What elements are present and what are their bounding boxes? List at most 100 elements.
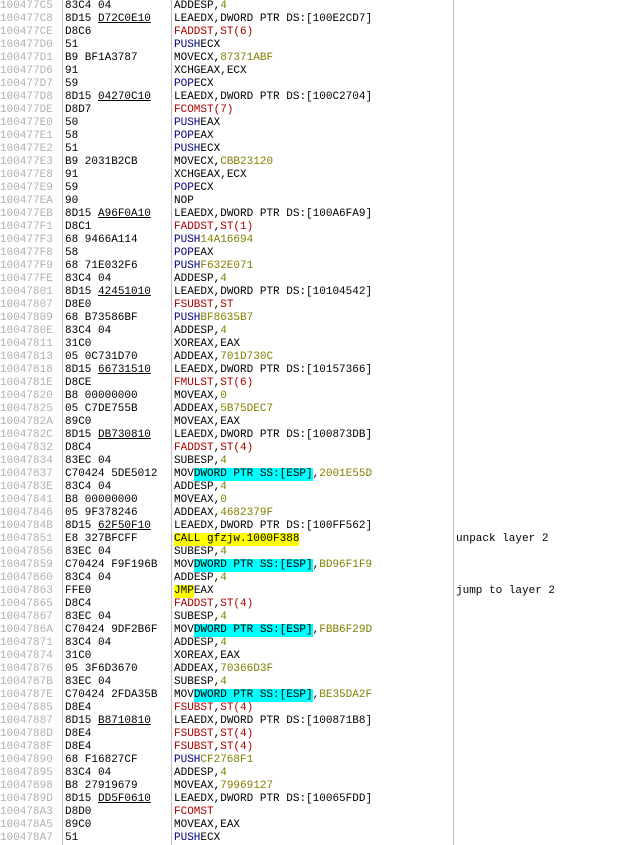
disasm-row[interactable]: 100477E959POP ECX: [0, 182, 626, 195]
disasm-row[interactable]: 100477EB8D15 A96F0A10LEA EDX,DWORD PTR D…: [0, 208, 626, 221]
disasm-row[interactable]: 1004787605 3F6D3670ADD EAX,70366D3F: [0, 663, 626, 676]
disasm-row[interactable]: 100477D759POP ECX: [0, 78, 626, 91]
disasm-row[interactable]: 100477F858POP EAX: [0, 247, 626, 260]
address: 100478A5: [0, 819, 63, 832]
disasm-row[interactable]: 100478018D15 42451010LEA EDX,DWORD PTR D…: [0, 286, 626, 299]
disasm-row[interactable]: 10047885D8E4FSUB ST,ST(4): [0, 702, 626, 715]
disasm-row[interactable]: 1004789D8D15 DD5F0610LEA EDX,DWORD PTR D…: [0, 793, 626, 806]
disasm-row[interactable]: 1004782C8D15 DB730810LEA EDX,DWORD PTR D…: [0, 429, 626, 442]
address: 1004780E: [0, 325, 63, 338]
disasm-row[interactable]: 10047898B8 27919679MOV EAX,79969127: [0, 780, 626, 793]
disasm-row[interactable]: 100477DED8D7FCOM ST(7): [0, 104, 626, 117]
address: 100477DE: [0, 104, 63, 117]
disasm-row[interactable]: 1004786AC70424 9DF2B6FMOV DWORD PTR SS:[…: [0, 624, 626, 637]
comment: [456, 611, 626, 624]
disasm-row[interactable]: 100477F968 71E032F6PUSH F632E071: [0, 260, 626, 273]
mnemonic: LEA: [174, 91, 194, 104]
disasm-row[interactable]: 100477F368 9466A114PUSH 14A16694: [0, 234, 626, 247]
comment: [456, 546, 626, 559]
disasm-row[interactable]: 100477E158POP EAX: [0, 130, 626, 143]
instruction: LEA EDX,DWORD PTR DS:[100A6FA9]: [174, 208, 454, 221]
mnemonic: MOV: [174, 780, 194, 793]
disasm-row[interactable]: 10047865D8C4FADD ST,ST(4): [0, 598, 626, 611]
disasm-row[interactable]: 100477C88D15 D72C0E10LEA EDX,DWORD PTR D…: [0, 13, 626, 26]
disasm-row[interactable]: 100477CED8C6FADD ST,ST(6): [0, 26, 626, 39]
address: 10047837: [0, 468, 63, 481]
disasm-row[interactable]: 1004782505 C7DE755BADD EAX,5B75DEC7: [0, 403, 626, 416]
disasm-row[interactable]: 10047837C70424 5DE5012MOV DWORD PTR SS:[…: [0, 468, 626, 481]
address: 10047841: [0, 494, 63, 507]
disasm-row[interactable]: 1004780968 B73586BFPUSH BF8635B7: [0, 312, 626, 325]
operand-register: ECX: [227, 169, 247, 182]
disasm-row[interactable]: 1004781131C0XOR EAX,EAX: [0, 338, 626, 351]
disasm-row[interactable]: 100477D1B9 BF1A3787MOV ECX,87371ABF: [0, 52, 626, 65]
disasm-row[interactable]: 100477D051PUSH ECX: [0, 39, 626, 52]
disasm-row[interactable]: 1004788FD8E4FSUB ST,ST(4): [0, 741, 626, 754]
disasm-row[interactable]: 1004788DD8E4FSUB ST,ST(4): [0, 728, 626, 741]
operand-register: ECX: [194, 182, 214, 195]
disasm-row[interactable]: 1004781305 0C731D70ADD EAX,701D730C: [0, 351, 626, 364]
jmp-mnemonic: JMP: [174, 585, 194, 598]
disasm-row[interactable]: 10047859C70424 F9F196BMOV DWORD PTR SS:[…: [0, 559, 626, 572]
disasm-row[interactable]: 1004786083C4 04ADD ESP,4: [0, 572, 626, 585]
operand-memory: DWORD PTR DS:[100871B8]: [220, 715, 372, 728]
disasm-row[interactable]: 10047820B8 00000000MOV EAX,0: [0, 390, 626, 403]
disasm-row[interactable]: 100478A589C0MOV EAX,EAX: [0, 819, 626, 832]
disasm-row[interactable]: 1004780E83C4 04ADD ESP,4: [0, 325, 626, 338]
disasm-row[interactable]: 1004782A89C0MOV EAX,EAX: [0, 416, 626, 429]
disasm-row[interactable]: 1004783483EC 04SUB ESP,4: [0, 455, 626, 468]
operand-register: EDX: [194, 715, 214, 728]
disasm-row[interactable]: 100477D691XCHG EAX,ECX: [0, 65, 626, 78]
disasm-row[interactable]: 100477E251PUSH ECX: [0, 143, 626, 156]
disasm-row[interactable]: 100477FE83C4 04ADD ESP,4: [0, 273, 626, 286]
mnemonic: PUSH: [174, 832, 200, 845]
instruction: LEA EDX,DWORD PTR DS:[10065FDD]: [174, 793, 454, 806]
comment: [456, 234, 626, 247]
disasm-row[interactable]: 100477C583C4 04ADD ESP,4: [0, 0, 626, 13]
hex-bytes: 8D15 B8710810: [65, 715, 172, 728]
call-target[interactable]: CALL gfzjw.1000F388: [174, 533, 299, 546]
comment: [456, 793, 626, 806]
disasm-row[interactable]: 1004785683EC 04SUB ESP,4: [0, 546, 626, 559]
disasm-row[interactable]: 10047863FFE0JMP EAXjump to layer 2: [0, 585, 626, 598]
disasm-row[interactable]: 1004789068 F16827CFPUSH CF2768F1: [0, 754, 626, 767]
instruction: MOV DWORD PTR SS:[ESP],FBB6F29D: [174, 624, 454, 637]
disasm-row[interactable]: 100478A3D8D0FCOM ST: [0, 806, 626, 819]
operand-register: EAX: [200, 169, 220, 182]
mnemonic: XCHG: [174, 169, 200, 182]
disasm-row[interactable]: 100477F1D8C1FADD ST,ST(1): [0, 221, 626, 234]
disasm-row[interactable]: 1004789583C4 04ADD ESP,4: [0, 767, 626, 780]
disasm-row[interactable]: 10047807D8E0FSUB ST,ST: [0, 299, 626, 312]
disasm-row[interactable]: 1004786783EC 04SUB ESP,4: [0, 611, 626, 624]
address: 10047809: [0, 312, 63, 325]
mnemonic: LEA: [174, 208, 194, 221]
address: 100477D6: [0, 65, 63, 78]
disasm-row[interactable]: 1004784B8D15 62F50F10LEA EDX,DWORD PTR D…: [0, 520, 626, 533]
disasm-row[interactable]: 1004781ED8CEFMUL ST,ST(6): [0, 377, 626, 390]
disasm-row[interactable]: 100477E891XCHG EAX,ECX: [0, 169, 626, 182]
disasm-row[interactable]: 100478878D15 B8710810LEA EDX,DWORD PTR D…: [0, 715, 626, 728]
operand-register: ECX: [227, 65, 247, 78]
disasm-row[interactable]: 100477E050PUSH EAX: [0, 117, 626, 130]
hex-bytes: 58: [65, 247, 172, 260]
disasm-row[interactable]: 10047851E8 327BFCFFCALL gfzjw.1000F388un…: [0, 533, 626, 546]
disasm-row[interactable]: 1004787431C0XOR EAX,EAX: [0, 650, 626, 663]
comment: [456, 403, 626, 416]
disasm-row[interactable]: 100478A751PUSH ECX: [0, 832, 626, 845]
instruction: PUSH F632E071: [174, 260, 454, 273]
operand-register: ECX: [194, 78, 214, 91]
disasm-row[interactable]: 100478188D15 66731510LEA EDX,DWORD PTR D…: [0, 364, 626, 377]
disasm-row[interactable]: 10047841B8 00000000MOV EAX,0: [0, 494, 626, 507]
disasm-row[interactable]: 1004787EC70424 2FDA35BMOV DWORD PTR SS:[…: [0, 689, 626, 702]
hex-bytes: 31C0: [65, 650, 172, 663]
mnemonic: MOV: [174, 689, 194, 702]
disasm-row[interactable]: 1004787183C4 04ADD ESP,4: [0, 637, 626, 650]
disasm-row[interactable]: 1004783E83C4 04ADD ESP,4: [0, 481, 626, 494]
disasm-row[interactable]: 1004784605 9F378246ADD EAX,4682379F: [0, 507, 626, 520]
disasm-row[interactable]: 100477E3B9 2031B2CBMOV ECX,CBB23120: [0, 156, 626, 169]
disasm-row[interactable]: 10047832D8C4FADD ST,ST(4): [0, 442, 626, 455]
operand-fpu: ST(6): [220, 26, 253, 39]
address: 1004782A: [0, 416, 63, 429]
disasm-row[interactable]: 100477EA90NOP: [0, 195, 626, 208]
disasm-row[interactable]: 100477D88D15 04270C10LEA EDX,DWORD PTR D…: [0, 91, 626, 104]
